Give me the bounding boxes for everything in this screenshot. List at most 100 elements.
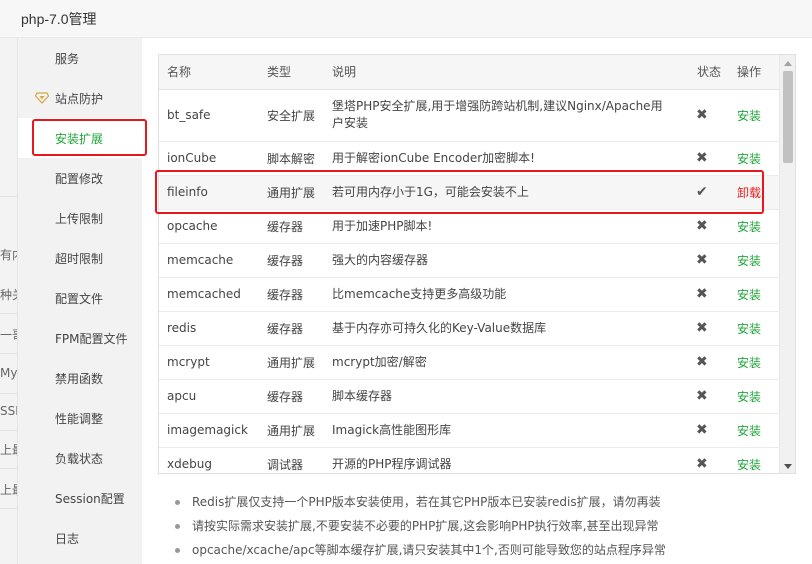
tip-item: Redis扩展仅支持一个PHP版本安装使用，若在其它PHP版本已安装redis扩… xyxy=(174,490,794,514)
dialog-titlebar[interactable]: php-7.0管理 xyxy=(0,0,812,38)
sidebar-item-label: 上传限制 xyxy=(55,212,104,226)
status-not-installed-icon: ✖ xyxy=(689,447,729,473)
background-text: 一哥 xyxy=(0,328,17,342)
sidebar-item-timeout-limit[interactable]: 超时限制 xyxy=(18,238,142,278)
scroll-down-arrow-icon[interactable] xyxy=(784,464,792,469)
extension-type: 缓存器 xyxy=(259,277,324,312)
extension-name: fileinfo xyxy=(159,175,259,210)
table-row: memcache 缓存器 强大的内容缓存器 ✖ 安装 xyxy=(159,243,781,278)
extensions-table: 名称 类型 说明 状态 操作 bt_safe 安全扩展 堡塔PHP安全扩展,用于… xyxy=(159,55,781,473)
sidebar-item-label: 站点防护 xyxy=(55,92,104,106)
table-row: memcached 缓存器 比memcache支持更多高级功能 ✖ 安装 xyxy=(159,277,781,312)
status-installed-check-icon: ✔ xyxy=(689,175,729,210)
tip-item: opcache/xcache/apc等脚本缓存扩展,请只安装其中1个,否则可能导… xyxy=(174,538,794,562)
extension-type: 通用扩展 xyxy=(259,175,324,210)
extension-description: 强大的内容缓存器 xyxy=(324,243,689,278)
shield-diamond-icon xyxy=(35,92,49,104)
sidebar-item-label: 服务 xyxy=(55,52,80,66)
extension-type: 调试器 xyxy=(259,447,324,473)
sidebar-item-session-config[interactable]: Session配置 xyxy=(18,478,142,518)
scroll-up-arrow-icon[interactable] xyxy=(784,61,792,66)
extension-description: 脚本缓存器 xyxy=(324,379,689,414)
extension-description: 若可用内存小于1G，可能会安装不上 xyxy=(324,175,689,210)
extension-type: 缓存器 xyxy=(259,209,324,244)
sidebar-item-site-protection[interactable]: 站点防护 xyxy=(18,78,142,118)
install-link[interactable]: 安装 xyxy=(737,356,761,370)
sidebar-item-logs[interactable]: 日志 xyxy=(18,518,142,558)
extension-type: 安全扩展 xyxy=(259,89,324,142)
extension-type: 通用扩展 xyxy=(259,345,324,380)
sidebar-item-label: 负载状态 xyxy=(55,452,104,466)
sidebar-item-label: 安装扩展 xyxy=(55,132,104,146)
sidebar-item-label: 配置文件 xyxy=(55,292,104,306)
extension-description: Imagick高性能图形库 xyxy=(324,413,689,448)
extension-name: memcached xyxy=(159,277,259,312)
table-row: apcu 缓存器 脚本缓存器 ✖ 安装 xyxy=(159,379,781,414)
sidebar-item-config-edit[interactable]: 配置修改 xyxy=(18,158,142,198)
column-header-description: 说明 xyxy=(324,55,689,90)
sidebar-item-label: 超时限制 xyxy=(55,252,104,266)
install-link[interactable]: 安装 xyxy=(737,220,761,234)
main-panel: 名称 类型 说明 状态 操作 bt_safe 安全扩展 堡塔PHP安全扩展,用于… xyxy=(142,38,812,564)
extension-name: ionCube xyxy=(159,141,259,176)
sidebar-item-install-extensions[interactable]: 安装扩展 xyxy=(18,118,142,158)
sidebar-item-fpm-config[interactable]: FPM配置文件 xyxy=(18,318,142,358)
install-link[interactable]: 安装 xyxy=(737,458,761,472)
table-row: fileinfo 通用扩展 若可用内存小于1G，可能会安装不上 ✔ 卸载 xyxy=(159,175,781,210)
php-manager-dialog: php-7.0管理 服务 站点防护 安装扩展 配置修改 上传限制 超时限制 配置… xyxy=(0,0,812,564)
column-header-name: 名称 xyxy=(159,55,259,90)
background-text: 上最 xyxy=(0,443,17,457)
status-not-installed-icon: ✖ xyxy=(689,243,729,278)
sidebar-item-config-file[interactable]: 配置文件 xyxy=(18,278,142,318)
tips-list: Redis扩展仅支持一个PHP版本安装使用，若在其它PHP版本已安装redis扩… xyxy=(174,490,794,562)
extension-name: apcu xyxy=(159,379,259,414)
sidebar-item-disabled-functions[interactable]: 禁用函数 xyxy=(18,358,142,398)
extension-type: 缓存器 xyxy=(259,311,324,346)
extension-name: bt_safe xyxy=(159,89,259,142)
column-header-status: 状态 xyxy=(689,55,729,90)
extension-name: imagemagick xyxy=(159,413,259,448)
sidebar-item-label: 禁用函数 xyxy=(55,372,104,386)
sidebar-item-label: 配置修改 xyxy=(55,172,104,186)
sidebar-item-performance[interactable]: 性能调整 xyxy=(18,398,142,438)
install-link[interactable]: 安装 xyxy=(737,288,761,302)
extension-name: xdebug xyxy=(159,447,259,473)
status-not-installed-icon: ✖ xyxy=(689,345,729,380)
extension-description: 比memcache支持更多高级功能 xyxy=(324,277,689,312)
status-not-installed-icon: ✖ xyxy=(689,311,729,346)
extension-description: 用于解密ionCube Encoder加密脚本! xyxy=(324,141,689,176)
extension-description: 用于加速PHP脚本! xyxy=(324,209,689,244)
extension-type: 缓存器 xyxy=(259,243,324,278)
tip-item: 请按实际需求安装扩展,不要安装不必要的PHP扩展,这会影响PHP执行效率,甚至出… xyxy=(174,514,794,538)
sidebar-item-load-status[interactable]: 负载状态 xyxy=(18,438,142,478)
dialog-title: php-7.0管理 xyxy=(21,11,97,27)
install-link[interactable]: 安装 xyxy=(737,152,761,166)
status-not-installed-icon: ✖ xyxy=(689,413,729,448)
table-row: imagemagick 通用扩展 Imagick高性能图形库 ✖ 安装 xyxy=(159,413,781,448)
install-link[interactable]: 安装 xyxy=(737,254,761,268)
table-row: redis 缓存器 基于内存亦可持久化的Key-Value数据库 ✖ 安装 xyxy=(159,311,781,346)
extension-description: 基于内存亦可持久化的Key-Value数据库 xyxy=(324,311,689,346)
extension-name: mcrypt xyxy=(159,345,259,380)
status-not-installed-icon: ✖ xyxy=(689,379,729,414)
column-header-type: 类型 xyxy=(259,55,324,90)
extension-description: 堡塔PHP安全扩展,用于增强防跨站机制,建议Nginx/Apache用户安装 xyxy=(324,89,689,142)
table-header-row: 名称 类型 说明 状态 操作 xyxy=(159,55,781,90)
sidebar-item-label: 性能调整 xyxy=(55,412,104,426)
install-link[interactable]: 安装 xyxy=(737,109,761,123)
extension-type: 缓存器 xyxy=(259,379,324,414)
sidebar-item-service[interactable]: 服务 xyxy=(18,38,142,78)
table-scrollbar[interactable] xyxy=(779,55,795,473)
extension-description: mcrypt加密/解密 xyxy=(324,345,689,380)
sidebar-item-upload-limit[interactable]: 上传限制 xyxy=(18,198,142,238)
extensions-table-container[interactable]: 名称 类型 说明 状态 操作 bt_safe 安全扩展 堡塔PHP安全扩展,用于… xyxy=(158,54,796,474)
install-link[interactable]: 安装 xyxy=(737,390,761,404)
background-text: 上最 xyxy=(0,483,17,497)
uninstall-link[interactable]: 卸载 xyxy=(737,186,761,200)
extension-type: 通用扩展 xyxy=(259,413,324,448)
install-link[interactable]: 安装 xyxy=(737,424,761,438)
scrollbar-thumb[interactable] xyxy=(783,71,793,163)
install-link[interactable]: 安装 xyxy=(737,322,761,336)
background-text: 有内 xyxy=(0,248,17,262)
extension-name: memcache xyxy=(159,243,259,278)
